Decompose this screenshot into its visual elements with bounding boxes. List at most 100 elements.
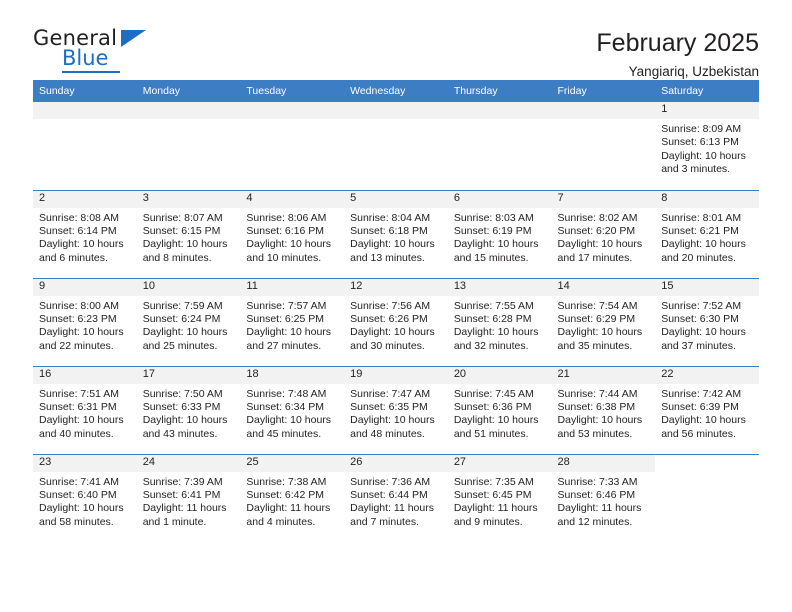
sunset-text: Sunset: 6:41 PM bbox=[142, 488, 221, 501]
day-details: Sunrise: 7:35 AM Sunset: 6:45 PM Daylight:… bbox=[448, 472, 552, 530]
daylight-text: Daylight: 10 hours and 15 minutes. bbox=[453, 238, 539, 264]
sunset-text: Sunset: 6:38 PM bbox=[557, 400, 636, 413]
sunrise-text: Sunrise: 7:51 AM bbox=[39, 387, 119, 400]
calendar-day-cell[interactable]: 5 Sunrise: 8:04 AM Sunset: 6:18 PM Daylight… bbox=[344, 189, 448, 278]
daylight-text: Daylight: 10 hours and 56 minutes. bbox=[661, 414, 746, 440]
day-number: 11 bbox=[240, 278, 345, 296]
calendar-day-cell[interactable]: 6 Sunrise: 8:03 AM Sunset: 6:19 PM Daylight… bbox=[447, 189, 552, 278]
sunset-text: Sunset: 6:35 PM bbox=[350, 400, 428, 413]
calendar-day-cell-empty bbox=[551, 102, 656, 190]
calendar-day-cell[interactable]: 13 Sunrise: 7:55 AM Sunset: 6:28 PM Dayligh… bbox=[447, 277, 552, 366]
calendar-day-cell[interactable]: 7 Sunrise: 8:02 AM Sunset: 6:20 PM Daylight… bbox=[551, 189, 656, 278]
calendar-day-cell[interactable]: 19 Sunrise: 7:47 AM Sunset: 6:35 PM Dayligh… bbox=[344, 365, 448, 454]
calendar-day-cell[interactable]: 28 Sunrise: 7:33 AM Sunset: 6:46 PM Dayligh… bbox=[551, 453, 656, 542]
calendar-day-cell[interactable]: 23 Sunrise: 7:41 AM Sunset: 6:40 PM Dayligh… bbox=[33, 453, 137, 542]
sunrise-text: Sunrise: 8:00 AM bbox=[39, 299, 119, 312]
calendar-day-cell[interactable]: 15 Sunrise: 7:52 AM Sunset: 6:30 PM Dayligh… bbox=[655, 277, 759, 366]
calendar-day-cell[interactable]: 24 Sunrise: 7:39 AM Sunset: 6:41 PM Dayligh… bbox=[136, 453, 241, 542]
daylight-text: Daylight: 10 hours and 8 minutes. bbox=[142, 238, 228, 264]
day-details: Sunrise: 7:44 AM Sunset: 6:38 PM Daylight:… bbox=[552, 384, 656, 442]
logo-underline bbox=[62, 71, 120, 73]
calendar-day-cell[interactable]: 27 Sunrise: 7:35 AM Sunset: 6:45 PM Dayligh… bbox=[447, 453, 552, 542]
day-details: Sunrise: 7:54 AM Sunset: 6:29 PM Daylight:… bbox=[552, 296, 656, 354]
calendar-day-cell[interactable]: 21 Sunrise: 7:44 AM Sunset: 6:38 PM Dayligh… bbox=[551, 365, 656, 454]
sunset-text: Sunset: 6:25 PM bbox=[246, 312, 325, 325]
day-details: Sunrise: 7:41 AM Sunset: 6:40 PM Daylight:… bbox=[33, 472, 137, 530]
calendar-day-cell[interactable]: 2 Sunrise: 8:08 AM Sunset: 6:14 PM Daylight… bbox=[33, 189, 137, 278]
calendar-day-cell[interactable]: 26 Sunrise: 7:36 AM Sunset: 6:44 PM Dayligh… bbox=[344, 453, 448, 542]
daylight-text: Daylight: 11 hours and 12 minutes. bbox=[557, 502, 642, 528]
daylight-text: Daylight: 10 hours and 58 minutes. bbox=[39, 502, 124, 528]
calendar-day-cell[interactable]: 9 Sunrise: 8:00 AM Sunset: 6:23 PM Daylight… bbox=[33, 277, 137, 366]
sunrise-text: Sunrise: 8:08 AM bbox=[39, 211, 119, 224]
calendar-day-cell-empty bbox=[447, 102, 552, 190]
calendar-day-cell[interactable]: 11 Sunrise: 7:57 AM Sunset: 6:25 PM Dayligh… bbox=[240, 277, 345, 366]
day-details: Sunrise: 8:03 AM Sunset: 6:19 PM Daylight:… bbox=[448, 208, 552, 266]
day-number bbox=[240, 102, 345, 119]
calendar-day-cell[interactable]: 25 Sunrise: 7:38 AM Sunset: 6:42 PM Dayligh… bbox=[240, 453, 345, 542]
sunrise-text: Sunrise: 7:36 AM bbox=[350, 475, 431, 488]
sunset-text: Sunset: 6:15 PM bbox=[142, 224, 221, 237]
day-number bbox=[33, 102, 137, 119]
calendar-day-cell[interactable]: 8 Sunrise: 8:01 AM Sunset: 6:21 PM Daylight… bbox=[655, 189, 759, 278]
sunrise-text: Sunrise: 7:59 AM bbox=[142, 299, 223, 312]
calendar-day-cell[interactable]: 10 Sunrise: 7:59 AM Sunset: 6:24 PM Dayligh… bbox=[136, 277, 241, 366]
day-number: 8 bbox=[655, 190, 759, 208]
sunrise-text: Sunrise: 8:03 AM bbox=[453, 211, 534, 224]
day-number: 25 bbox=[240, 454, 345, 472]
day-details: Sunrise: 7:45 AM Sunset: 6:36 PM Daylight:… bbox=[448, 384, 552, 442]
sunrise-text: Sunrise: 7:54 AM bbox=[557, 299, 638, 312]
day-number bbox=[344, 102, 448, 119]
sunset-text: Sunset: 6:16 PM bbox=[246, 224, 325, 237]
daylight-text: Daylight: 10 hours and 10 minutes. bbox=[246, 238, 332, 264]
weekday-header-tuesday: Tuesday bbox=[240, 80, 345, 102]
calendar-day-cell[interactable]: 3 Sunrise: 8:07 AM Sunset: 6:15 PM Daylight… bbox=[136, 189, 241, 278]
calendar-day-cell[interactable]: 17 Sunrise: 7:50 AM Sunset: 6:33 PM Dayligh… bbox=[136, 365, 241, 454]
sunset-text: Sunset: 6:24 PM bbox=[142, 312, 221, 325]
sunset-text: Sunset: 6:34 PM bbox=[246, 400, 325, 413]
calendar-day-cell[interactable]: 12 Sunrise: 7:56 AM Sunset: 6:26 PM Dayligh… bbox=[344, 277, 448, 366]
day-number: 26 bbox=[344, 454, 448, 472]
calendar-day-cell[interactable]: 1 Sunrise: 8:09 AM Sunset: 6:13 PM Daylight… bbox=[655, 102, 759, 190]
daylight-text: Daylight: 10 hours and 6 minutes. bbox=[39, 238, 124, 264]
page-header: General Blue February 2025 Yangiariq, Uz… bbox=[33, 0, 759, 79]
day-number: 22 bbox=[655, 366, 759, 384]
sunrise-text: Sunrise: 8:04 AM bbox=[350, 211, 431, 224]
calendar-week-row: 2 Sunrise: 8:08 AM Sunset: 6:14 PM Daylight… bbox=[33, 189, 759, 278]
day-number: 23 bbox=[33, 454, 137, 472]
daylight-text: Daylight: 11 hours and 4 minutes. bbox=[246, 502, 331, 528]
sunrise-text: Sunrise: 8:06 AM bbox=[246, 211, 327, 224]
day-details: Sunrise: 8:02 AM Sunset: 6:20 PM Daylight:… bbox=[552, 208, 656, 266]
day-details: Sunrise: 7:51 AM Sunset: 6:31 PM Daylight:… bbox=[33, 384, 137, 442]
calendar-page: General Blue February 2025 Yangiariq, Uz… bbox=[0, 0, 792, 612]
day-number: 1 bbox=[655, 102, 759, 119]
calendar-day-cell[interactable]: 20 Sunrise: 7:45 AM Sunset: 6:36 PM Dayligh… bbox=[447, 365, 552, 454]
brand-logo[interactable]: General Blue bbox=[33, 28, 153, 74]
sunset-text: Sunset: 6:23 PM bbox=[39, 312, 117, 325]
day-number: 9 bbox=[33, 278, 137, 296]
sunset-text: Sunset: 6:36 PM bbox=[453, 400, 532, 413]
day-number: 5 bbox=[344, 190, 448, 208]
daylight-text: Daylight: 10 hours and 43 minutes. bbox=[142, 414, 228, 440]
daylight-text: Daylight: 10 hours and 53 minutes. bbox=[557, 414, 643, 440]
calendar-day-cell[interactable]: 18 Sunrise: 7:48 AM Sunset: 6:34 PM Dayligh… bbox=[240, 365, 345, 454]
day-details: Sunrise: 7:36 AM Sunset: 6:44 PM Daylight:… bbox=[344, 472, 448, 530]
calendar-day-cell[interactable]: 4 Sunrise: 8:06 AM Sunset: 6:16 PM Daylight… bbox=[240, 189, 345, 278]
day-number: 6 bbox=[447, 190, 552, 208]
daylight-text: Daylight: 11 hours and 7 minutes. bbox=[350, 502, 434, 528]
page-title: February 2025 bbox=[596, 29, 759, 57]
day-number: 3 bbox=[136, 190, 241, 208]
calendar-day-cell[interactable]: 14 Sunrise: 7:54 AM Sunset: 6:29 PM Dayligh… bbox=[551, 277, 656, 366]
day-details: Sunrise: 7:57 AM Sunset: 6:25 PM Daylight:… bbox=[240, 296, 344, 354]
day-number: 7 bbox=[551, 190, 656, 208]
calendar-day-cell-empty bbox=[240, 102, 345, 190]
daylight-text: Daylight: 10 hours and 20 minutes. bbox=[661, 238, 746, 264]
sunrise-text: Sunrise: 7:50 AM bbox=[142, 387, 223, 400]
sunrise-text: Sunrise: 8:09 AM bbox=[661, 123, 742, 135]
calendar-body: 1 Sunrise: 8:09 AM Sunset: 6:13 PM Daylight… bbox=[33, 102, 759, 542]
day-details: Sunrise: 7:38 AM Sunset: 6:42 PM Daylight:… bbox=[240, 472, 344, 530]
calendar-day-cell[interactable]: 22 Sunrise: 7:42 AM Sunset: 6:39 PM Dayligh… bbox=[655, 365, 759, 454]
calendar-day-cell[interactable]: 16 Sunrise: 7:51 AM Sunset: 6:31 PM Dayligh… bbox=[33, 365, 137, 454]
day-number: 4 bbox=[240, 190, 345, 208]
sunset-text: Sunset: 6:42 PM bbox=[246, 488, 325, 501]
